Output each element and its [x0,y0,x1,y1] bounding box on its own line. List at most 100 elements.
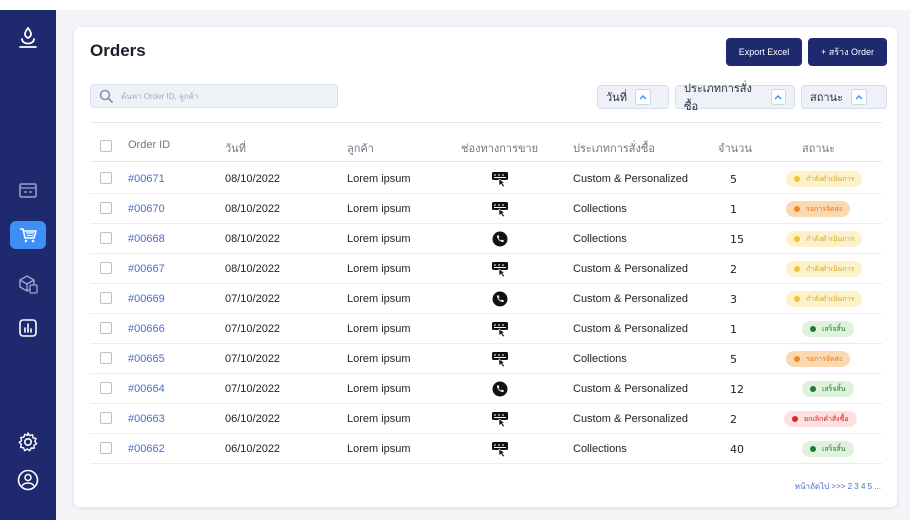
status-label: กำลังดำเนินการ [806,265,855,273]
table-header-divider [90,161,882,162]
col-quantity[interactable]: จำนวน [718,139,752,157]
order-date: 06/10/2022 [225,443,281,455]
order-type: Collections [573,353,627,365]
table-row[interactable]: #00671 08/10/2022 Lorem ipsum Custom & Pers… [90,164,882,194]
row-checkbox[interactable] [100,202,112,214]
pagination[interactable]: หน้าถัดไป >>> 2 3 4 5 ... [795,480,881,493]
table-row[interactable]: #00667 08/10/2022 Lorem ipsum Custom & Pers… [90,254,882,284]
table-header: Order ID วันที่ ลูกค้า ช่องทางการขาย ประ… [90,133,882,159]
table-row[interactable]: #00665 07/10/2022 Lorem ipsum Collections 5 ร… [90,344,882,374]
status-badge: กำลังดำเนินการ [786,231,863,247]
col-date[interactable]: วันที่ [225,139,246,157]
select-all-checkbox[interactable] [100,140,112,152]
customer-name: Lorem ipsum [347,173,411,185]
status-label: เสร็จสิ้น [822,325,846,333]
row-checkbox[interactable] [100,232,112,244]
status-label: รอการจัดส่ง [806,355,843,363]
order-id-link[interactable]: #00665 [128,353,165,365]
chart-icon[interactable] [16,316,40,340]
order-id-link[interactable]: #00666 [128,323,165,335]
status-dot-icon [794,296,800,302]
table-row[interactable]: #00662 06/10/2022 Lorem ipsum Collections 40… [90,434,882,464]
search-placeholder: ค้นหา Order ID, ลูกค้า [121,91,199,101]
col-order-type[interactable]: ประเภทการสั่งซื้อ [573,139,655,157]
row-checkbox[interactable] [100,442,112,454]
table-row[interactable]: #00663 06/10/2022 Lorem ipsum Custom & Pers… [90,404,882,434]
col-channel[interactable]: ช่องทางการขาย [461,139,538,157]
table-row[interactable]: #00669 07/10/2022 Lorem ipsum Custom & Pers… [90,284,882,314]
customer-name: Lorem ipsum [347,263,411,275]
order-id-link[interactable]: #00668 [128,233,165,245]
row-checkbox[interactable] [100,352,112,364]
table-row[interactable]: #00666 07/10/2022 Lorem ipsum Custom & Pers… [90,314,882,344]
table-row[interactable]: #00664 07/10/2022 Lorem ipsum Custom & Pers… [90,374,882,404]
customer-name: Lorem ipsum [347,443,411,455]
order-quantity: 5 [730,353,737,366]
col-order-id[interactable]: Order ID [128,139,170,151]
cart-icon[interactable] [16,223,40,247]
filter-date[interactable]: วันที่ [597,85,669,109]
customer-name: Lorem ipsum [347,233,411,245]
search-input[interactable]: ค้นหา Order ID, ลูกค้า [90,84,338,108]
phone-icon [491,380,509,398]
gear-icon[interactable] [16,430,40,454]
order-type: Custom & Personalized [573,323,688,335]
filter-status[interactable]: สถานะ [801,85,887,109]
orders-card: Orders Export Excel + สร้าง Order ค้นหา … [74,27,897,507]
chevron-up-icon [634,89,651,105]
logo-icon[interactable] [16,26,40,50]
export-excel-button[interactable]: Export Excel [726,38,802,66]
status-label: ยกเลิกคำสั่งซื้อ [804,415,849,423]
status-label: กำลังดำเนินการ [806,235,855,243]
order-quantity: 1 [730,203,737,216]
search-icon [99,89,113,103]
row-checkbox[interactable] [100,322,112,334]
order-id-link[interactable]: #00667 [128,263,165,275]
order-quantity: 2 [730,413,737,426]
customer-name: Lorem ipsum [347,353,411,365]
row-checkbox[interactable] [100,382,112,394]
col-status[interactable]: สถานะ [802,139,835,157]
order-id-link[interactable]: #00664 [128,383,165,395]
box-icon[interactable] [16,272,40,296]
status-badge: เสร็จสิ้น [802,441,854,457]
order-id-link[interactable]: #00663 [128,413,165,425]
row-checkbox[interactable] [100,172,112,184]
status-badge: กำลังดำเนินการ [786,291,863,307]
status-label: เสร็จสิ้น [822,445,846,453]
order-id-link[interactable]: #00669 [128,293,165,305]
filter-order-type[interactable]: ประเภทการสั่งซื้อ [675,83,795,113]
chevron-up-icon [770,89,786,105]
row-checkbox[interactable] [100,292,112,304]
row-checkbox[interactable] [100,412,112,424]
create-order-button[interactable]: + สร้าง Order [808,38,887,66]
order-quantity: 12 [730,383,744,396]
header-divider [90,122,882,123]
status-dot-icon [794,356,800,362]
web-icon [491,200,509,218]
chevron-up-icon [850,89,867,105]
user-icon[interactable] [16,468,40,492]
page-title: Orders [90,41,146,60]
store-icon[interactable] [16,178,40,202]
order-id-link[interactable]: #00671 [128,173,165,185]
order-id-link[interactable]: #00662 [128,443,165,455]
order-type: Custom & Personalized [573,173,688,185]
row-checkbox[interactable] [100,262,112,274]
status-dot-icon [810,326,816,332]
filter-order-type-label: ประเภทการสั่งซื้อ [684,83,752,113]
order-quantity: 40 [730,443,744,456]
status-label: กำลังดำเนินการ [806,295,855,303]
col-customer[interactable]: ลูกค้า [347,139,374,157]
status-badge: เสร็จสิ้น [802,381,854,397]
table-row[interactable]: #00670 08/10/2022 Lorem ipsum Collections 1 ร… [90,194,882,224]
filter-status-label: สถานะ [810,92,843,104]
order-type: Custom & Personalized [573,413,688,425]
order-id-link[interactable]: #00670 [128,203,165,215]
status-badge: รอการจัดส่ง [786,201,851,217]
table-row[interactable]: #00668 08/10/2022 Lorem ipsum Collections 15… [90,224,882,254]
web-icon [491,440,509,458]
order-date: 08/10/2022 [225,173,281,185]
customer-name: Lorem ipsum [347,293,411,305]
order-quantity: 5 [730,173,737,186]
